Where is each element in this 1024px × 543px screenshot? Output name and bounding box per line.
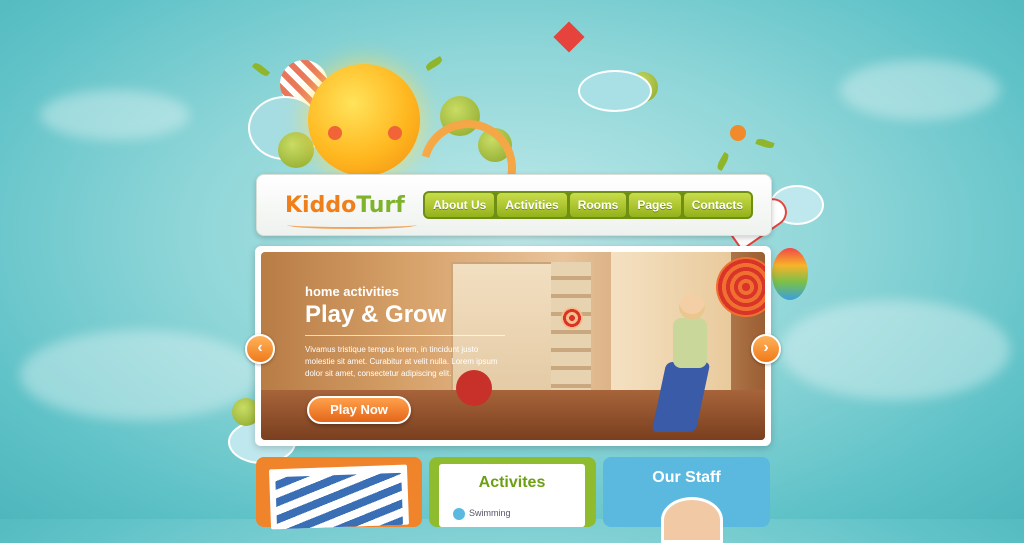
site-logo[interactable]: KiddoTurf — [285, 193, 405, 218]
decor-apple — [278, 132, 314, 168]
background-cloud — [840, 60, 1000, 120]
slide-caption: home activities Play & Grow Vivamus tris… — [305, 284, 505, 380]
site-header: KiddoTurf About Us Activities Rooms Page… — [256, 174, 772, 236]
staff-title: Our Staff — [652, 469, 721, 486]
logo-part-turf: Turf — [356, 193, 405, 218]
swimming-icon — [453, 508, 465, 520]
logo-part-kiddo: Kiddo — [285, 193, 357, 218]
nav-contacts[interactable]: Contacts — [683, 193, 752, 217]
background-cloud — [20, 330, 260, 420]
nav-pages[interactable]: Pages — [629, 193, 681, 217]
staff-photo[interactable] — [661, 497, 723, 543]
sun-mascot — [308, 64, 420, 176]
play-now-button[interactable]: Play Now — [307, 396, 411, 424]
background-cloud — [780, 300, 1010, 400]
panel-activities: Activites Swimming — [429, 457, 596, 527]
hero-slider: home activities Play & Grow Vivamus tris… — [255, 246, 771, 446]
background-cloud — [40, 90, 190, 140]
panel-staff: Our Staff — [603, 457, 770, 543]
slide-kicker: home activities — [305, 284, 399, 299]
child-figure-body — [673, 318, 707, 368]
activities-card: Activites Swimming — [439, 464, 585, 527]
decor-leaf — [715, 151, 731, 172]
hero-slide-image: home activities Play & Grow Vivamus tris… — [261, 252, 765, 440]
nav-activities[interactable]: Activities — [497, 193, 567, 217]
slider-prev-arrow-icon[interactable]: ‹ — [245, 334, 275, 364]
slide-description: Vivamus tristique tempus lorem, in tinci… — [305, 345, 498, 378]
activity-item[interactable]: Swimming — [469, 508, 511, 518]
child-figure-head — [679, 294, 705, 320]
decor-leaf — [755, 137, 775, 150]
wall-target-small — [561, 307, 583, 329]
logo-swirl — [287, 221, 417, 229]
panel-photo — [256, 457, 422, 530]
nav-about-us[interactable]: About Us — [425, 193, 495, 217]
activities-title: Activites — [478, 474, 546, 491]
slider-next-arrow-icon[interactable]: › — [751, 334, 781, 364]
main-nav: About Us Activities Rooms Pages Contacts — [423, 191, 754, 219]
kite-icon — [553, 21, 585, 53]
baby-photo[interactable] — [275, 472, 404, 530]
decor-leaf — [424, 55, 444, 72]
photo-frame — [268, 464, 410, 530]
nav-rooms[interactable]: Rooms — [569, 193, 627, 217]
decor-rain-cloud — [578, 70, 652, 112]
decor-leaf — [251, 61, 271, 78]
sun-cheek — [388, 126, 402, 140]
decor-beach-ball — [772, 248, 808, 300]
slide-title: Play & Grow — [305, 301, 505, 336]
decor-small-ball — [730, 125, 746, 141]
sun-cheek — [328, 126, 342, 140]
